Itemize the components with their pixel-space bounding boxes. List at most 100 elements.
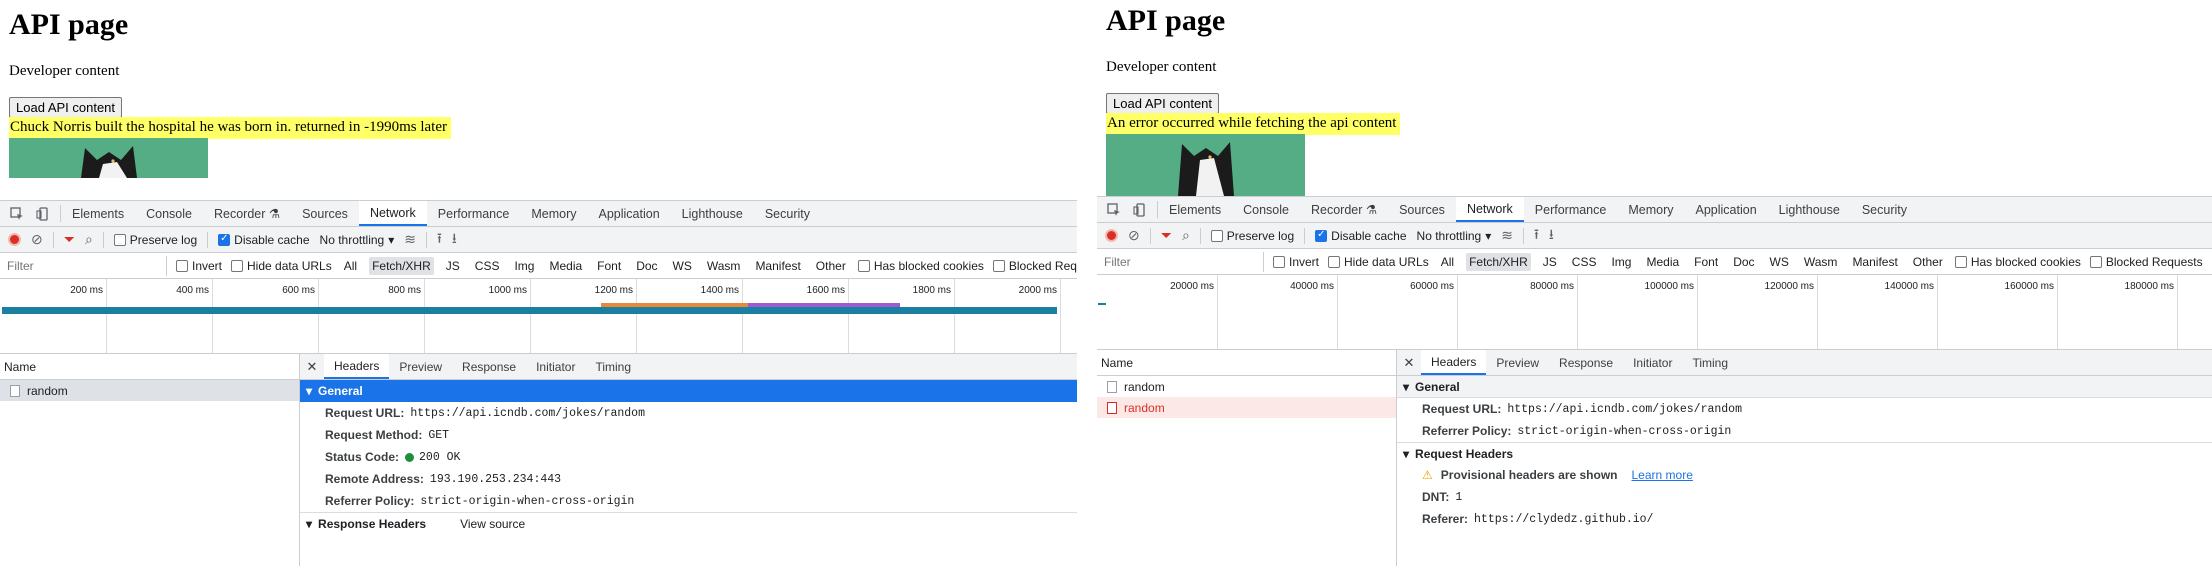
tab-preview[interactable]: Preview	[1486, 350, 1549, 375]
tab-memory[interactable]: Memory	[1617, 197, 1684, 222]
type-filter-manifest[interactable]: Manifest	[1849, 253, 1900, 271]
hide-data-urls-checkbox[interactable]: Hide data URLs	[231, 259, 332, 273]
type-filter-js[interactable]: JS	[443, 257, 463, 275]
device-toolbar-icon[interactable]	[36, 206, 50, 221]
tab-security[interactable]: Security	[754, 201, 821, 226]
tab-headers[interactable]: Headers	[324, 354, 390, 379]
inspect-element-icon[interactable]	[10, 206, 24, 221]
tab-network[interactable]: Network	[1455, 197, 1524, 222]
type-filter-all[interactable]: All	[1438, 253, 1457, 271]
preserve-log-checkbox[interactable]: Preserve log	[113, 233, 197, 247]
has-blocked-cookies-checkbox[interactable]: Has blocked cookies	[857, 259, 984, 273]
preserve-log-checkbox[interactable]: Preserve log	[1210, 229, 1294, 243]
blocked-requests-checkbox[interactable]: Blocked Requests	[2089, 255, 2203, 269]
type-filter-css[interactable]: CSS	[472, 257, 503, 275]
disable-cache-checkbox[interactable]: Disable cache	[1315, 229, 1407, 243]
request-row[interactable]: random	[1097, 376, 1396, 397]
tab-timing[interactable]: Timing	[585, 354, 641, 379]
search-icon[interactable]: ⌕	[1182, 227, 1190, 244]
type-filter-img[interactable]: Img	[1608, 253, 1634, 271]
type-filter-wasm[interactable]: Wasm	[1801, 253, 1841, 271]
hide-data-urls-checkbox[interactable]: Hide data URLs	[1328, 255, 1429, 269]
tab-performance[interactable]: Performance	[427, 201, 521, 226]
close-icon[interactable]: ✕	[1397, 350, 1421, 375]
load-api-button[interactable]: Load API content	[1106, 93, 1220, 114]
type-filter-fetch-xhr[interactable]: Fetch/XHR	[1466, 252, 1531, 271]
import-har-icon[interactable]: ⭱	[1534, 224, 1539, 248]
tab-security[interactable]: Security	[1851, 197, 1918, 222]
clear-icon[interactable]: ⊘	[31, 231, 43, 248]
type-filter-other[interactable]: Other	[813, 257, 849, 275]
type-filter-ws[interactable]: WS	[1767, 253, 1792, 271]
type-filter-all[interactable]: All	[341, 257, 360, 275]
inspect-element-icon[interactable]	[1107, 202, 1121, 217]
request-row-failed[interactable]: random	[1097, 397, 1396, 418]
network-conditions-icon[interactable]: ≋	[404, 231, 416, 248]
type-filter-manifest[interactable]: Manifest	[752, 257, 803, 275]
filter-icon[interactable]: ⏷	[64, 231, 75, 248]
tab-recorder[interactable]: Recorder ⚗	[203, 201, 291, 226]
close-icon[interactable]: ✕	[300, 354, 324, 379]
tab-elements[interactable]: Elements	[1158, 197, 1232, 222]
type-filter-media[interactable]: Media	[1643, 253, 1682, 271]
tab-elements[interactable]: Elements	[61, 201, 135, 226]
has-blocked-cookies-checkbox[interactable]: Has blocked cookies	[1954, 255, 2081, 269]
request-row[interactable]: random	[0, 380, 299, 401]
tab-recorder[interactable]: Recorder ⚗	[1300, 197, 1388, 222]
type-filter-font[interactable]: Font	[1691, 253, 1721, 271]
record-icon[interactable]	[8, 233, 21, 246]
request-headers-section-header[interactable]: ▾ Request Headers	[1397, 442, 2212, 464]
record-icon[interactable]	[1105, 229, 1118, 242]
device-toolbar-icon[interactable]	[1133, 202, 1147, 217]
tab-sources[interactable]: Sources	[291, 201, 359, 226]
disable-cache-checkbox[interactable]: Disable cache	[218, 233, 310, 247]
general-section-header[interactable]: ▾ General	[1397, 376, 2212, 398]
blocked-requests-checkbox[interactable]: Blocked Requests	[992, 259, 1077, 273]
throttling-select[interactable]: No throttling ▾	[1417, 229, 1492, 243]
search-icon[interactable]: ⌕	[85, 231, 93, 248]
tab-lighthouse[interactable]: Lighthouse	[671, 201, 754, 226]
type-filter-fetch-xhr[interactable]: Fetch/XHR	[369, 256, 434, 275]
type-filter-css[interactable]: CSS	[1569, 253, 1600, 271]
load-api-button[interactable]: Load API content	[9, 97, 123, 118]
type-filter-js[interactable]: JS	[1540, 253, 1560, 271]
invert-checkbox[interactable]: Invert	[176, 259, 222, 273]
tab-preview[interactable]: Preview	[389, 354, 452, 379]
view-source-link[interactable]: View source	[460, 517, 525, 531]
type-filter-media[interactable]: Media	[546, 257, 585, 275]
tab-sources[interactable]: Sources	[1388, 197, 1456, 222]
tab-performance[interactable]: Performance	[1524, 197, 1618, 222]
filter-icon[interactable]: ⏷	[1161, 227, 1172, 244]
tab-lighthouse[interactable]: Lighthouse	[1768, 197, 1851, 222]
tab-console[interactable]: Console	[135, 201, 203, 226]
type-filter-ws[interactable]: WS	[670, 257, 695, 275]
clear-icon[interactable]: ⊘	[1128, 227, 1140, 244]
export-har-icon[interactable]: ⭳	[452, 228, 457, 252]
filter-input[interactable]	[3, 255, 167, 276]
tab-initiator[interactable]: Initiator	[526, 354, 585, 379]
import-har-icon[interactable]: ⭱	[437, 228, 442, 252]
general-section-header[interactable]: ▾ General	[300, 380, 1077, 402]
learn-more-link[interactable]: Learn more	[1632, 468, 1693, 482]
tab-application[interactable]: Application	[588, 201, 671, 226]
tab-response[interactable]: Response	[1549, 350, 1623, 375]
tab-memory[interactable]: Memory	[520, 201, 587, 226]
invert-checkbox[interactable]: Invert	[1273, 255, 1319, 269]
tab-initiator[interactable]: Initiator	[1623, 350, 1682, 375]
type-filter-other[interactable]: Other	[1910, 253, 1946, 271]
filter-input[interactable]	[1100, 251, 1264, 272]
tab-headers[interactable]: Headers	[1421, 350, 1487, 375]
tab-console[interactable]: Console	[1232, 197, 1300, 222]
tab-application[interactable]: Application	[1685, 197, 1768, 222]
tab-network[interactable]: Network	[358, 201, 427, 226]
type-filter-img[interactable]: Img	[511, 257, 537, 275]
network-conditions-icon[interactable]: ≋	[1501, 227, 1513, 244]
name-column-header[interactable]: Name	[1097, 350, 1396, 376]
response-headers-section-header[interactable]: ▾ Response Headers View source	[300, 512, 1077, 534]
tab-response[interactable]: Response	[452, 354, 526, 379]
name-column-header[interactable]: Name	[0, 354, 299, 380]
export-har-icon[interactable]: ⭳	[1549, 224, 1554, 248]
type-filter-doc[interactable]: Doc	[1730, 253, 1757, 271]
type-filter-font[interactable]: Font	[594, 257, 624, 275]
throttling-select[interactable]: No throttling ▾	[320, 233, 395, 247]
